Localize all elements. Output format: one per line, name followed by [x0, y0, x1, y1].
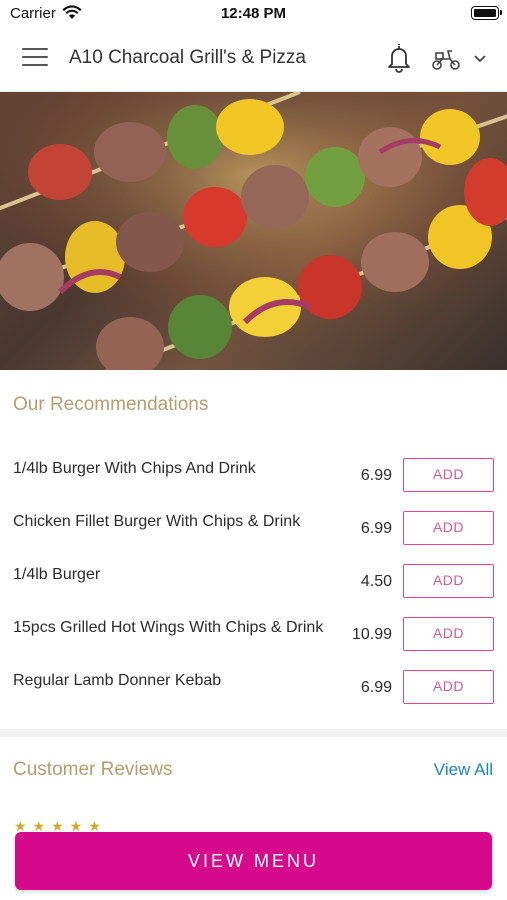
restaurant-title: A10 Charcoal Grill's & Pizza — [69, 47, 306, 68]
status-time: 12:48 PM — [220, 5, 287, 22]
recommendation-row: Regular Lamb Donner Kebab 6.99 ADD — [0, 670, 507, 712]
add-button[interactable]: ADD — [403, 564, 494, 598]
item-price: 6.99 — [360, 467, 392, 484]
add-button[interactable]: ADD — [403, 617, 494, 651]
item-price: 6.99 — [360, 679, 392, 696]
app-header: A10 Charcoal Grill's & Pizza — [0, 28, 507, 92]
add-button[interactable]: ADD — [403, 670, 494, 704]
item-price: 6.99 — [360, 520, 392, 537]
add-button[interactable]: ADD — [403, 511, 494, 545]
recommendation-row: 15pcs Grilled Hot Wings With Chips & Dri… — [0, 617, 507, 659]
delivery-scooter-icon[interactable] — [430, 46, 462, 72]
item-price: 10.99 — [351, 626, 392, 643]
recommendation-row: Chicken Fillet Burger With Chips & Drink… — [0, 511, 507, 553]
bell-icon[interactable] — [384, 42, 414, 74]
chevron-down-icon[interactable] — [472, 52, 488, 66]
view-menu-button[interactable]: VIEW MENU — [15, 832, 492, 890]
item-price: 4.50 — [360, 573, 392, 590]
view-all-link[interactable]: View All — [434, 760, 493, 780]
item-name: Regular Lamb Donner Kebab — [13, 672, 222, 689]
section-divider — [0, 729, 507, 737]
item-name: Chicken Fillet Burger With Chips & Drink — [13, 513, 301, 530]
recommendation-row: 1/4lb Burger With Chips And Drink 6.99 A… — [0, 458, 507, 500]
item-name: 1/4lb Burger With Chips And Drink — [13, 460, 256, 477]
grilled-skewers-illustration — [0, 92, 507, 370]
recommendation-row: 1/4lb Burger 4.50 ADD — [0, 564, 507, 606]
add-button[interactable]: ADD — [403, 458, 494, 492]
status-bar: Carrier 12:48 PM — [0, 0, 507, 28]
battery-icon — [471, 6, 502, 20]
hamburger-menu-icon[interactable] — [22, 48, 48, 70]
reviews-heading: Customer Reviews — [13, 759, 173, 780]
recommendations-heading: Our Recommendations — [13, 394, 209, 415]
item-name: 1/4lb Burger — [13, 566, 101, 583]
item-name: 15pcs Grilled Hot Wings With Chips & Dri… — [13, 619, 324, 636]
hero-food-image — [0, 92, 507, 370]
